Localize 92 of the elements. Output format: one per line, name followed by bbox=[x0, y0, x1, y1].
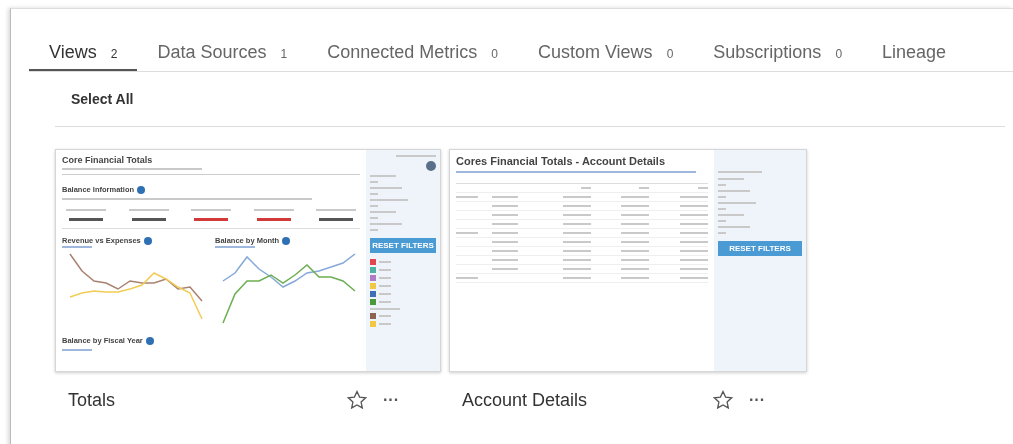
placeholder-line bbox=[562, 232, 591, 234]
tab[interactable]: Subscriptions 0 bbox=[693, 42, 863, 71]
placeholder-line bbox=[492, 241, 518, 243]
placeholder-line bbox=[69, 218, 103, 221]
placeholder-line bbox=[379, 293, 391, 295]
tab[interactable]: Data Sources 1 bbox=[137, 42, 308, 71]
placeholder-line bbox=[492, 223, 518, 225]
tab[interactable]: Custom Views 0 bbox=[517, 42, 694, 71]
placeholder-line bbox=[718, 202, 756, 204]
placeholder-line bbox=[621, 268, 650, 270]
tab[interactable]: Lineage bbox=[862, 42, 967, 71]
placeholder-line bbox=[562, 205, 591, 207]
placeholder-line bbox=[718, 190, 750, 192]
placeholder-line bbox=[621, 232, 650, 234]
placeholder-line bbox=[379, 301, 391, 303]
placeholder-line bbox=[370, 223, 402, 225]
placeholder-line bbox=[492, 250, 518, 252]
placeholder-line bbox=[718, 178, 744, 180]
placeholder-line bbox=[680, 277, 708, 279]
placeholder-line bbox=[680, 223, 708, 225]
placeholder-line bbox=[370, 211, 396, 213]
placeholder-line bbox=[680, 214, 708, 216]
placeholder-line bbox=[256, 218, 291, 221]
placeholder-line bbox=[680, 241, 708, 243]
placeholder-line bbox=[396, 155, 436, 157]
placeholder-line bbox=[562, 277, 591, 279]
placeholder-line bbox=[680, 205, 708, 207]
placeholder-line bbox=[680, 259, 708, 261]
more-options-button[interactable]: ··· bbox=[749, 391, 765, 409]
placeholder-line bbox=[492, 259, 518, 261]
placeholder-line bbox=[492, 205, 518, 207]
more-options-button[interactable]: ··· bbox=[383, 391, 399, 409]
placeholder-line bbox=[621, 205, 650, 207]
placeholder-line bbox=[562, 196, 591, 198]
placeholder-line bbox=[621, 250, 650, 252]
placeholder-line bbox=[621, 196, 650, 198]
tab[interactable]: Views 2 bbox=[29, 42, 138, 71]
placeholder-line bbox=[316, 209, 356, 211]
placeholder-line bbox=[128, 209, 169, 211]
placeholder-line bbox=[66, 209, 106, 211]
placeholder-line bbox=[562, 268, 591, 270]
placeholder-line bbox=[562, 241, 591, 243]
placeholder-line bbox=[718, 226, 750, 228]
placeholder-line bbox=[562, 214, 591, 216]
placeholder-line bbox=[456, 277, 478, 279]
placeholder-line bbox=[370, 187, 402, 189]
placeholder-line bbox=[379, 285, 391, 287]
placeholder-line bbox=[370, 199, 408, 201]
placeholder-line bbox=[562, 223, 591, 225]
placeholder-line bbox=[456, 196, 478, 198]
placeholder-line bbox=[621, 223, 650, 225]
placeholder-line bbox=[194, 218, 228, 221]
placeholder-line bbox=[621, 259, 650, 261]
placeholder-line bbox=[62, 349, 92, 351]
placeholder-line bbox=[621, 214, 650, 216]
placeholder-line bbox=[379, 277, 391, 279]
placeholder-line bbox=[379, 269, 391, 271]
placeholder-line bbox=[492, 268, 518, 270]
placeholder-line bbox=[718, 171, 762, 173]
placeholder-line bbox=[62, 246, 92, 248]
placeholder-line bbox=[562, 250, 591, 252]
placeholder-line bbox=[492, 214, 518, 216]
placeholder-line bbox=[215, 246, 255, 248]
thumbnail-title: Core Financial Totals bbox=[62, 155, 154, 165]
star-icon[interactable] bbox=[347, 390, 367, 410]
placeholder-line bbox=[191, 209, 231, 211]
placeholder-line bbox=[379, 261, 391, 263]
placeholder-line bbox=[379, 315, 391, 317]
placeholder-line bbox=[131, 218, 166, 221]
placeholder-line bbox=[562, 259, 591, 261]
placeholder-line bbox=[621, 277, 650, 279]
placeholder-line bbox=[680, 232, 708, 234]
placeholder-line bbox=[370, 308, 400, 310]
placeholder-line bbox=[456, 232, 478, 234]
placeholder-line bbox=[253, 209, 294, 211]
placeholder-line bbox=[680, 250, 708, 252]
thumbnail-title: Cores Financial Totals - Account Details bbox=[456, 155, 667, 167]
select-all-link[interactable]: Select All bbox=[71, 91, 134, 107]
view-name[interactable]: Account Details bbox=[462, 389, 713, 411]
placeholder-line bbox=[680, 268, 708, 270]
star-icon[interactable] bbox=[713, 390, 733, 410]
placeholder-line bbox=[319, 218, 353, 221]
placeholder-line bbox=[680, 196, 708, 198]
table-thumbnail[interactable]: Cores Financial Totals - Account Details RESET FILTERS bbox=[449, 149, 807, 372]
tab[interactable]: Connected Metrics 0 bbox=[307, 42, 518, 71]
placeholder-line bbox=[718, 214, 744, 216]
placeholder-line bbox=[492, 196, 518, 198]
view-name[interactable]: Totals bbox=[68, 389, 347, 411]
placeholder-line bbox=[379, 323, 391, 325]
placeholder-line bbox=[621, 241, 650, 243]
placeholder-line bbox=[370, 175, 396, 177]
placeholder-line bbox=[492, 232, 518, 234]
